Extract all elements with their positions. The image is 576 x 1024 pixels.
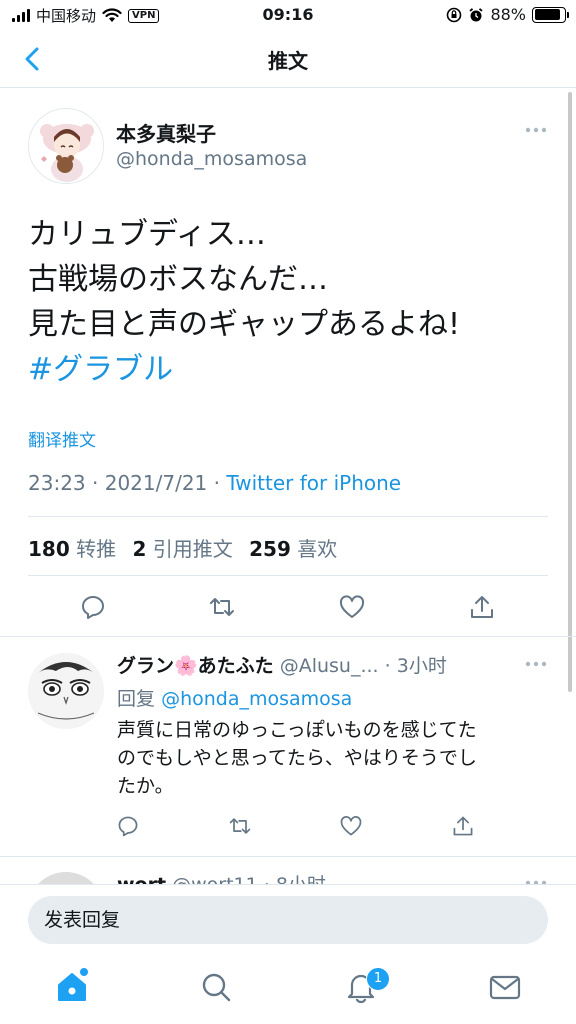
translate-tweet-link[interactable]: 翻译推文 — [28, 426, 96, 451]
likes-stat[interactable]: 259 喜欢 — [249, 537, 337, 561]
divider — [0, 856, 576, 857]
share-icon[interactable] — [451, 814, 475, 838]
reply-author-avatar[interactable] — [28, 653, 104, 729]
avatar-image — [29, 109, 103, 183]
reply-author-handle[interactable]: @Alusu_... — [280, 655, 379, 677]
scrollbar[interactable] — [568, 92, 572, 692]
reply-author-name[interactable]: グラン🌸あたふた — [117, 655, 274, 677]
likes-count: 259 — [249, 537, 291, 561]
likes-label: 喜欢 — [297, 537, 338, 561]
reply-time: · 3小时 — [384, 655, 447, 677]
more-options-icon[interactable] — [525, 127, 547, 133]
reply-icon[interactable] — [116, 814, 140, 838]
replying-to: 回复 @honda_mosamosa — [117, 684, 352, 711]
meta-separator: · — [92, 471, 99, 495]
status-bar: 中国移动 VPN 09:16 88% — [0, 0, 576, 30]
retweets-count: 180 — [28, 537, 70, 561]
tweet-text-line: 見た目と声のギャップあるよね! — [28, 307, 461, 342]
meta-separator: · — [213, 471, 220, 495]
reply-text-line: たか。 — [117, 775, 174, 797]
tweet-source-link[interactable]: Twitter for iPhone — [226, 471, 401, 495]
like-icon[interactable] — [338, 593, 366, 621]
quotes-count: 2 — [132, 537, 147, 561]
retweet-icon[interactable] — [228, 814, 252, 838]
reply-input[interactable]: 发表回复 — [28, 896, 548, 944]
author-handle[interactable]: @honda_mosamosa — [116, 148, 307, 170]
divider — [28, 516, 548, 517]
tweet-text: カリュブディス… 古戦場のボスなんだ… 見た目と声のギャップあるよね! #グラブ… — [28, 212, 548, 392]
reply-header: グラン🌸あたふた @Alusu_... · 3小时 — [117, 651, 447, 678]
retweet-icon[interactable] — [208, 593, 236, 621]
reply-text: 声質に日常のゆっこっぽいものを感じてた のでもしやと思ってたら、やはりそうでし … — [117, 716, 557, 800]
author-name[interactable]: 本多真梨子 — [116, 118, 216, 147]
share-icon[interactable] — [468, 593, 496, 621]
quotes-stat[interactable]: 2 引用推文 — [132, 537, 232, 561]
notifications-badge: 1 — [366, 967, 390, 991]
battery-icon — [532, 6, 569, 23]
more-options-icon[interactable] — [525, 661, 547, 667]
tweet-meta: 23:23 · 2021/7/21 · Twitter for iPhone — [28, 471, 401, 495]
divider — [28, 575, 548, 576]
tweet-time: 23:23 — [28, 471, 86, 495]
author-avatar[interactable] — [28, 108, 104, 184]
like-icon[interactable] — [339, 814, 363, 838]
nav-bar: 推文 — [0, 30, 576, 88]
search-icon[interactable] — [199, 970, 233, 1004]
reply-icon[interactable] — [79, 593, 107, 621]
avatar-image — [28, 653, 104, 729]
retweets-stat[interactable]: 180 转推 — [28, 537, 116, 561]
retweets-label: 转推 — [76, 537, 117, 561]
reply-text-line: 声質に日常のゆっこっぽいものを感じてた — [117, 719, 477, 741]
page-title: 推文 — [268, 49, 308, 73]
tweet-text-line: 古戦場のボスなんだ… — [28, 262, 328, 297]
tweet-stats: 180 转推 2 引用推文 259 喜欢 — [28, 533, 337, 562]
hashtag-link[interactable]: #グラブル — [28, 347, 548, 392]
home-unread-dot — [80, 968, 88, 976]
divider — [0, 636, 576, 637]
quotes-label: 引用推文 — [152, 537, 233, 561]
messages-icon[interactable] — [488, 970, 522, 1004]
tweet-text-line: カリュブディス… — [28, 217, 266, 252]
orientation-lock-icon — [447, 7, 462, 22]
alarm-icon — [469, 7, 484, 21]
replying-to-handle[interactable]: @honda_mosamosa — [161, 688, 352, 710]
tweet-date: 2021/7/21 — [104, 471, 208, 495]
replying-to-label: 回复 — [117, 688, 156, 710]
reply-text-line: のでもしやと思ってたら、やはりそうでし — [117, 747, 477, 769]
battery-percent: 88% — [490, 5, 526, 24]
